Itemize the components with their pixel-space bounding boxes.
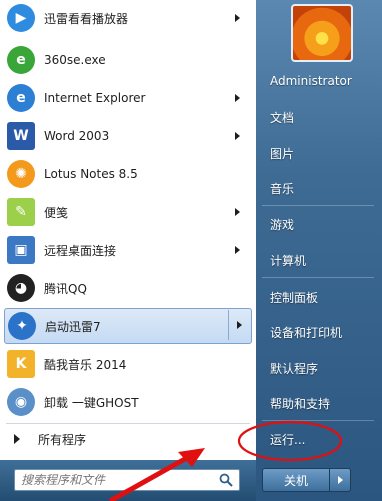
- menu-item-control-panel[interactable]: 控制面板: [270, 289, 318, 306]
- program-label: 卸载 一键GHOST: [44, 395, 139, 410]
- program-label: 360se.exe: [44, 53, 106, 67]
- submenu-arrow-icon[interactable]: [235, 94, 240, 102]
- submenu-button[interactable]: [228, 310, 249, 340]
- menu-item-games[interactable]: 游戏: [270, 216, 294, 233]
- submenu-arrow-icon[interactable]: [235, 208, 240, 216]
- shutdown-button[interactable]: 关机: [262, 468, 330, 492]
- program-label: 迅雷看看播放器: [44, 11, 129, 26]
- all-programs-button[interactable]: 所有程序: [6, 426, 250, 452]
- qq-penguin-icon: ◕: [7, 274, 35, 302]
- separator: [262, 420, 374, 421]
- program-item-word-2003[interactable]: W Word 2003: [4, 119, 252, 153]
- sticky-notes-icon: ✎: [7, 198, 35, 226]
- expand-triangle-icon: [14, 434, 20, 444]
- search-icon[interactable]: [219, 473, 233, 487]
- program-item-xunlei-7[interactable]: ✦ 启动迅雷7: [4, 308, 252, 344]
- program-item-qq[interactable]: ◕ 腾讯QQ: [4, 271, 252, 305]
- 360se-icon: e: [7, 46, 35, 74]
- program-label: 便笺: [44, 205, 69, 220]
- program-item-kuwo-music[interactable]: K 酷我音乐 2014: [4, 347, 252, 381]
- program-label: Lotus Notes 8.5: [44, 167, 138, 181]
- program-item-remote-desktop[interactable]: ▣ 远程桌面连接: [4, 233, 252, 267]
- word-icon: W: [7, 122, 35, 150]
- program-label: 启动迅雷7: [45, 319, 101, 334]
- menu-item-administrator[interactable]: Administrator: [270, 74, 352, 88]
- menu-item-run[interactable]: 运行...: [270, 431, 305, 448]
- menu-item-computer[interactable]: 计算机: [270, 252, 306, 269]
- search-input[interactable]: [15, 470, 223, 490]
- menu-item-devices-printers[interactable]: 设备和打印机: [270, 324, 342, 341]
- program-item-ghost-uninstall[interactable]: ◉ 卸载 一键GHOST: [4, 385, 252, 419]
- kuwo-music-icon: K: [7, 350, 35, 378]
- menu-item-music[interactable]: 音乐: [270, 180, 294, 197]
- shutdown-options-button[interactable]: [329, 468, 351, 492]
- xunlei-icon: ✦: [8, 312, 36, 340]
- xunlei-kankan-icon: ▶: [7, 4, 35, 32]
- all-programs-label: 所有程序: [38, 432, 87, 447]
- ghost-uninstall-icon: ◉: [7, 388, 35, 416]
- remote-desktop-icon: ▣: [7, 236, 35, 264]
- user-avatar[interactable]: [291, 4, 353, 62]
- submenu-arrow-icon[interactable]: [235, 246, 240, 254]
- program-item-internet-explorer[interactable]: e Internet Explorer: [4, 81, 252, 115]
- separator: [262, 277, 374, 278]
- program-label: 酷我音乐 2014: [44, 357, 127, 372]
- menu-item-default-programs[interactable]: 默认程序: [270, 360, 318, 377]
- shutdown-label: 关机: [283, 473, 308, 488]
- internet-explorer-icon: e: [7, 84, 35, 112]
- program-item-sticky-notes[interactable]: ✎ 便笺: [4, 195, 252, 229]
- submenu-arrow-icon[interactable]: [235, 132, 240, 140]
- menu-item-help-support[interactable]: 帮助和支持: [270, 395, 330, 412]
- menu-item-pictures[interactable]: 图片: [270, 145, 294, 162]
- submenu-arrow-icon[interactable]: [235, 14, 240, 22]
- program-item-lotus-notes[interactable]: ✺ Lotus Notes 8.5: [4, 157, 252, 191]
- program-item-xunlei-kankan[interactable]: ▶ 迅雷看看播放器: [4, 1, 252, 35]
- search-box[interactable]: [14, 469, 240, 491]
- program-item-360se[interactable]: e 360se.exe: [4, 43, 252, 77]
- program-label: Internet Explorer: [44, 91, 146, 105]
- program-label: 远程桌面连接: [44, 243, 117, 258]
- chevron-right-icon: [337, 476, 343, 484]
- lotus-notes-icon: ✺: [7, 160, 35, 188]
- separator: [262, 205, 374, 206]
- program-label: Word 2003: [44, 129, 110, 143]
- program-label: 腾讯QQ: [44, 281, 87, 296]
- menu-item-documents[interactable]: 文档: [270, 109, 294, 126]
- submenu-arrow-icon: [236, 321, 242, 329]
- separator: [6, 423, 250, 424]
